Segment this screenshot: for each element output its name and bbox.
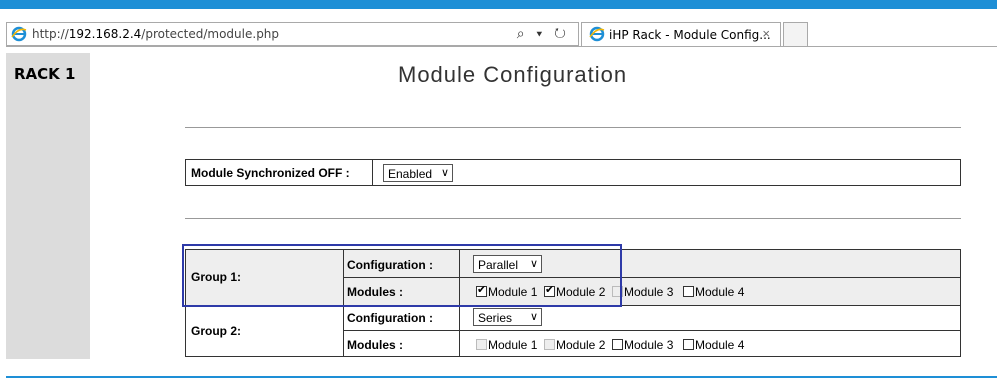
bottom-bar (6, 376, 997, 378)
group-2-module-3-label: Module 3 (624, 338, 674, 352)
group-2-module-2-checkbox (544, 339, 555, 350)
group-2-module-2-label: Module 2 (556, 338, 606, 352)
group-1-module-3-label: Module 3 (624, 285, 674, 299)
chevron-down-icon: ∨ (440, 167, 449, 179)
divider (372, 160, 373, 185)
group-2-module-4-label: Module 4 (695, 338, 745, 352)
sync-label: Module Synchronized OFF : (191, 166, 350, 180)
divider (185, 218, 961, 219)
group-1-module-4-checkbox[interactable] (683, 286, 694, 297)
divider (343, 330, 960, 331)
ie-icon (589, 26, 605, 42)
browser-top-bar (0, 0, 997, 9)
close-icon[interactable]: × (762, 26, 770, 41)
group-2-module-1-label: Module 1 (488, 338, 538, 352)
browser-tab[interactable]: iHP Rack - Module Config... × (581, 22, 781, 46)
group-1-highlight-box (182, 244, 622, 307)
sync-select[interactable]: Enabled ∨ (383, 164, 453, 182)
rack-label: RACK 1 (14, 65, 76, 83)
sync-table: Module Synchronized OFF : Enabled ∨ (185, 159, 961, 186)
address-url[interactable]: http://192.168.2.4/protected/module.php (32, 27, 279, 41)
group-2-config-select[interactable]: Series ∨ (473, 308, 542, 326)
page-title: Module Configuration (398, 62, 628, 87)
group-2-modules-label: Modules : (347, 338, 403, 352)
chevron-down-icon: ∨ (529, 311, 538, 323)
address-bar[interactable]: http://192.168.2.4/protected/module.php … (6, 22, 579, 46)
group-2-module-1-checkbox (476, 339, 487, 350)
divider (185, 127, 961, 128)
ie-icon (11, 26, 27, 42)
address-controls[interactable]: ⌕ ▾ ↻ (517, 25, 570, 42)
group-1-module-4-label: Module 4 (695, 285, 745, 299)
divider (6, 46, 997, 47)
new-tab-button[interactable] (783, 22, 808, 46)
tab-title: iHP Rack - Module Config... (609, 28, 771, 42)
group-2-module-3-checkbox[interactable] (612, 339, 623, 350)
group-2-label: Group 2: (191, 324, 241, 338)
group-2-config-label: Configuration : (347, 311, 433, 325)
sidebar: RACK 1 (6, 53, 90, 359)
group-2-module-4-checkbox[interactable] (683, 339, 694, 350)
